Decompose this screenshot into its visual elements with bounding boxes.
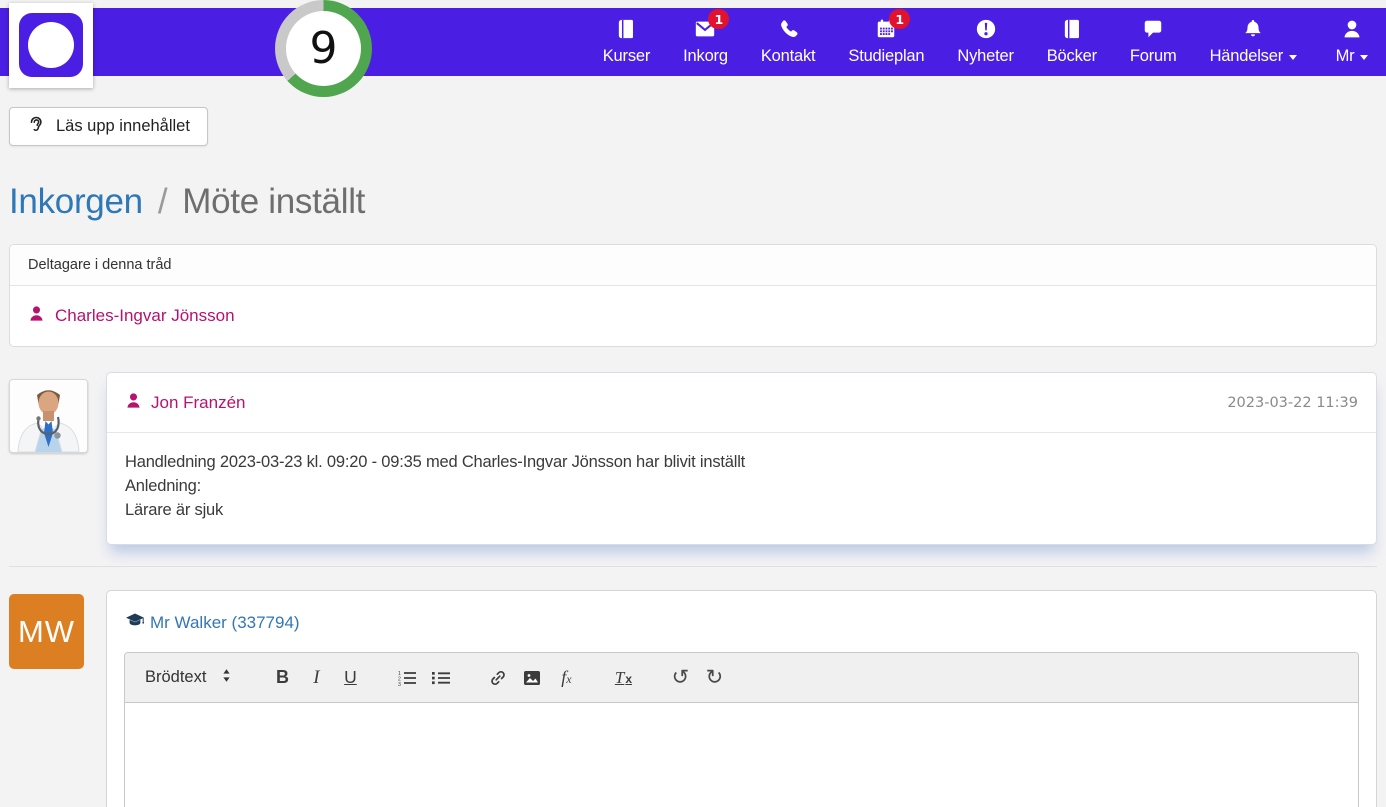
nav-item-studieplan[interactable]: 1 Studieplan [848,9,925,66]
unordered-list-icon [431,670,451,686]
progress-value: 9 [309,23,338,74]
ordered-list-button[interactable]: 123 [390,661,424,695]
sort-arrows-icon [221,668,232,688]
message-card: Jon Franzén 2023-03-22 11:39 Handledning… [106,372,1377,545]
underline-button[interactable]: U [333,661,367,695]
nav-item-label: Forum [1129,47,1177,65]
editor-content-area[interactable] [125,703,1358,807]
unordered-list-button[interactable] [424,661,458,695]
chevron-down-icon [1360,55,1369,60]
paragraph-style-label: Brödtext [145,668,207,686]
book-icon [1061,18,1083,40]
top-navbar: 9 Kurser 1 Inkorg Kontakt 1 Studieplan Nyheter… [0,0,1386,97]
nav-item-kontakt[interactable]: Kontakt [761,18,816,66]
nav-menu: Kurser 1 Inkorg Kontakt 1 Studieplan Nyheter Bö… [603,8,1374,76]
person-icon [125,392,142,414]
comment-icon [1142,18,1164,40]
redo-icon: ↻ [705,664,724,689]
link-icon [489,669,507,687]
image-button[interactable] [515,661,549,695]
chevron-down-icon [1289,55,1297,60]
nav-item-nyheter[interactable]: Nyheter [957,18,1014,66]
participant-name: Charles-Ingvar Jönsson [55,306,235,325]
ordered-list-icon: 123 [397,670,417,686]
italic-button[interactable]: I [299,661,333,695]
book-icon [615,18,637,40]
notification-badge: 1 [708,9,730,29]
nav-item-label: Kurser [602,47,651,65]
nav-item-forum[interactable]: Forum [1130,18,1177,66]
nav-item-label: Händelser [1209,47,1284,65]
nav-item-mr[interactable]: Mr [1330,18,1374,66]
message-author-link[interactable]: Jon Franzén [125,392,246,414]
nav-item-label: Böcker [1046,47,1097,65]
breadcrumb: Inkorgen / Möte inställt [9,182,1377,222]
nav-item-label: Inkorg [683,47,728,65]
message-row: Jon Franzén 2023-03-22 11:39 Handledning… [9,372,1377,545]
reply-row: MW Mr Walker (337794) Brödtext B I U 1 2 3 fx Tx… [9,590,1377,807]
participant-link[interactable]: Charles-Ingvar Jönsson [10,286,1376,346]
nav-item-inkorg[interactable]: 1 Inkorg [683,9,730,66]
page-title: Möte inställt [182,182,366,221]
message-header: Jon Franzén 2023-03-22 11:39 [107,373,1376,433]
message-body-line: Lärare är sjuk [125,501,224,519]
read-aloud-button[interactable]: Läs upp innehållet [9,107,208,146]
message-body-line: Handledning 2023-03-23 kl. 09:20 - 09:35… [125,453,746,471]
ear-icon [27,115,45,138]
reply-header: Mr Walker (337794) [124,591,1359,652]
user-icon [1341,18,1363,40]
nav-item-handelser[interactable]: Händelser [1210,18,1297,66]
main-content: Läs upp innehållet Inkorgen / Möte inställ… [0,76,1386,807]
app-logo[interactable] [9,3,93,88]
nav-item-label: Kontakt [760,47,816,65]
formula-button[interactable]: fx [549,661,583,695]
person-icon [28,305,45,327]
undo-icon: ↺ [671,664,690,689]
phone-icon [777,18,799,40]
app-logo-icon [19,13,83,77]
image-icon [523,670,541,686]
breadcrumb-link-inbox[interactable]: Inkorgen [9,182,143,221]
avatar [9,379,88,453]
progress-ring-widget: 9 [275,0,372,97]
redo-button[interactable]: ↻ [697,661,731,695]
editor-toolbar: Brödtext B I U 1 2 3 fx Tx ↺ ↻ [125,653,1358,703]
graduation-cap-icon [125,612,145,634]
nav-item-label: Studieplan [848,47,925,65]
nav-item-kurser[interactable]: Kurser [603,18,650,66]
message-body-line: Anledning: [125,477,201,495]
reply-card: Mr Walker (337794) Brödtext B I U 1 2 3 fx Tx ↺ ↻ [106,590,1377,807]
participants-list: Charles-Ingvar Jönsson [10,286,1376,346]
participants-panel: Deltagare i denna tråd Charles-Ingvar Jö… [9,244,1377,347]
nav-item-bocker[interactable]: Böcker [1047,18,1097,66]
notification-badge: 1 [889,9,911,29]
rich-text-editor: Brödtext B I U 1 2 3 fx Tx ↺ ↻ [124,652,1359,807]
read-aloud-label: Läs upp innehållet [56,117,190,135]
thread-divider [9,566,1377,567]
message-body: Handledning 2023-03-23 kl. 09:20 - 09:35… [107,433,1376,544]
avatar-initials: MW [17,613,76,649]
paragraph-style-select[interactable]: Brödtext [135,661,242,695]
undo-button[interactable]: ↺ [663,661,697,695]
message-timestamp: 2023-03-22 11:39 [1227,394,1358,411]
bold-button[interactable]: B [265,661,299,695]
reply-author-link[interactable]: Mr Walker (337794) [150,613,300,633]
link-button[interactable] [481,661,515,695]
nav-item-label: Mr [1335,47,1355,65]
svg-text:3: 3 [398,681,401,685]
message-author-name: Jon Franzén [151,392,246,412]
bell-icon [1242,18,1264,40]
clear-formatting-button[interactable]: Tx [606,661,640,695]
avatar: MW [9,594,84,669]
news-icon [975,18,997,40]
nav-item-label: Nyheter [957,47,1014,65]
breadcrumb-separator: / [157,182,168,221]
participants-panel-header: Deltagare i denna tråd [10,245,1376,286]
